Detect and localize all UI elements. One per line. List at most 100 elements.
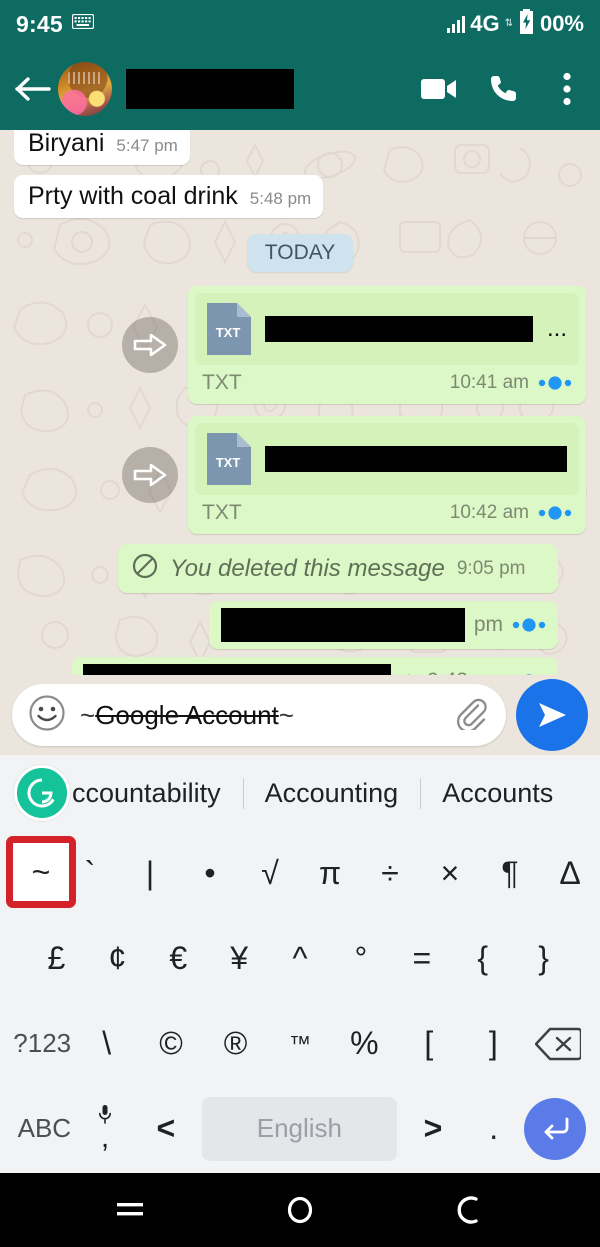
date-divider: TODAY — [246, 234, 354, 272]
back-nav-icon[interactable] — [440, 1180, 500, 1240]
message-input-pill[interactable]: ~Google Account~ — [12, 684, 506, 746]
message-bubble-document[interactable]: TXT TXT 10:42 am — [188, 416, 586, 534]
txt-file-icon: TXT — [207, 303, 251, 355]
message-bubble-incoming[interactable]: Biryani 5:47 pm — [14, 130, 190, 165]
document-meta: TXT 10:42 am — [188, 495, 586, 534]
key-pound[interactable]: £ — [26, 916, 87, 1001]
keyboard-row-2: £ ¢ € ¥ ^ ° = { } — [0, 916, 600, 1001]
grammarly-icon[interactable] — [14, 765, 70, 821]
key-registered[interactable]: ® — [203, 1001, 267, 1086]
key-backspace[interactable] — [526, 1001, 590, 1086]
message-bubble-outgoing[interactable]: pm — [208, 601, 558, 649]
key-prev-page[interactable]: < — [135, 1086, 196, 1171]
chat-message-list[interactable]: Biryani 5:47 pm Prty with coal drink 5:4… — [0, 130, 600, 675]
message-text-redacted — [83, 664, 392, 675]
key-delta[interactable]: Δ — [540, 831, 600, 916]
contact-avatar[interactable] — [58, 62, 112, 116]
paperclip-attach-icon[interactable] — [454, 696, 488, 735]
keyboard-rows: ~ ` | • √ π ÷ × ¶ Δ £ ¢ € ¥ ^ ° = {} ?1… — [0, 831, 600, 1171]
send-button[interactable] — [516, 679, 588, 751]
virtual-keyboard: ccountability Accounting Accounts ~ ` | … — [0, 755, 600, 1173]
composed-prefix-tilde: ~ — [80, 699, 96, 730]
key-next-page[interactable]: > — [403, 1086, 464, 1171]
recents-icon[interactable] — [100, 1180, 160, 1240]
comma-label: , — [100, 1121, 110, 1154]
key-divide[interactable]: ÷ — [360, 831, 420, 916]
enter-return-icon — [544, 1117, 569, 1139]
key-bullet[interactable]: • — [180, 831, 240, 916]
status-bar-left: 9:45 — [16, 11, 94, 38]
read-receipt-icon — [512, 618, 546, 632]
key-bracket-close[interactable]: ] — [461, 1001, 525, 1086]
key-period[interactable]: . — [463, 1086, 524, 1171]
message-input-field[interactable]: ~Google Account~ — [80, 700, 440, 731]
key-euro[interactable]: € — [148, 916, 209, 1001]
key-cent[interactable]: ¢ — [87, 916, 148, 1001]
phone-call-icon[interactable] — [484, 70, 522, 108]
more-options-icon[interactable] — [548, 70, 586, 108]
message-bubble-incoming[interactable]: Prty with coal drink 5:48 pm — [14, 175, 324, 218]
key-copyright[interactable]: © — [139, 1001, 203, 1086]
keyboard-row-3: ?123 \ © ® ™ % [ ] — [0, 1001, 600, 1086]
suggestion-item-2[interactable]: Accounting — [243, 778, 421, 809]
key-comma-mic[interactable]: , — [75, 1086, 136, 1171]
key-brace-close[interactable]: } — [513, 916, 574, 1001]
suggestion-item-3[interactable]: Accounts — [420, 778, 575, 809]
key-pilcrow[interactable]: ¶ — [480, 831, 540, 916]
svg-text:TXT: TXT — [216, 455, 241, 470]
blocked-icon — [132, 553, 158, 584]
key-pi[interactable]: π — [300, 831, 360, 916]
contact-name-redacted[interactable] — [126, 69, 294, 109]
document-extension-label: TXT — [202, 371, 242, 394]
keyboard-row-4: ABC , < English > . — [0, 1086, 600, 1171]
document-filename-redacted — [265, 446, 567, 472]
message-bubble-document[interactable]: TXT ... TXT 10:41 am — [188, 286, 586, 404]
key-yen[interactable]: ¥ — [209, 916, 270, 1001]
message-row: Biryani 5:47 pm — [14, 130, 586, 165]
key-backslash[interactable]: \ — [74, 1001, 138, 1086]
data-transfer-arrows-icon: ⇅ — [504, 18, 513, 29]
document-preview-card[interactable]: TXT — [195, 423, 579, 495]
key-enter[interactable] — [524, 1097, 587, 1160]
forward-arrow-icon[interactable] — [122, 447, 178, 503]
document-preview-card[interactable]: TXT ... — [195, 293, 579, 365]
message-text: Prty with coal drink — [28, 182, 238, 210]
message-bubble-deleted[interactable]: You deleted this message 9:05 pm — [118, 544, 558, 593]
battery-percent-label: 00% — [539, 11, 584, 36]
message-meta-right: 10:41 am — [450, 372, 572, 394]
key-tilde[interactable]: ~ — [0, 831, 76, 916]
key-numbers-mode[interactable]: ?123 — [10, 1001, 74, 1086]
back-arrow-icon[interactable] — [10, 66, 56, 112]
message-row: You deleted this message 9:05 pm — [14, 544, 586, 593]
suggestion-item-1[interactable]: ccountability — [72, 778, 243, 809]
key-equals[interactable]: = — [391, 916, 452, 1001]
key-spacebar[interactable]: English — [202, 1096, 397, 1161]
signal-bars-icon — [447, 15, 466, 33]
forward-arrow-icon[interactable] — [122, 317, 178, 373]
key-multiply[interactable]: × — [420, 831, 480, 916]
key-percent[interactable]: % — [332, 1001, 396, 1086]
key-pipe[interactable]: | — [120, 831, 180, 916]
key-backtick[interactable]: ` — [60, 831, 120, 916]
key-square-root[interactable]: √ — [240, 831, 300, 916]
message-bubble-outgoing[interactable]: ★ 9:43 pm — [71, 657, 558, 675]
enter-button[interactable] — [524, 1097, 587, 1160]
video-call-icon[interactable] — [420, 70, 458, 108]
emoji-smiley-icon[interactable] — [28, 694, 66, 737]
android-nav-bar — [0, 1173, 600, 1247]
txt-file-icon: TXT — [207, 433, 251, 485]
send-paper-plane-icon — [539, 703, 566, 727]
message-row: Prty with coal drink 5:48 pm — [14, 175, 586, 218]
key-brace-open[interactable]: { — [452, 916, 513, 1001]
key-bracket-open[interactable]: [ — [397, 1001, 461, 1086]
composed-suffix-tilde: ~ — [278, 699, 294, 730]
key-degree[interactable]: ° — [330, 916, 391, 1001]
message-row: TXT TXT 10:42 am — [14, 416, 586, 534]
message-text-redacted — [220, 608, 465, 642]
key-caret[interactable]: ^ — [270, 916, 331, 1001]
key-abc-mode[interactable]: ABC — [14, 1086, 75, 1171]
home-circle-icon[interactable] — [270, 1180, 330, 1240]
message-time: 5:47 pm — [116, 136, 178, 155]
key-trademark[interactable]: ™ — [268, 1001, 332, 1086]
battery-charging-icon — [518, 9, 535, 39]
